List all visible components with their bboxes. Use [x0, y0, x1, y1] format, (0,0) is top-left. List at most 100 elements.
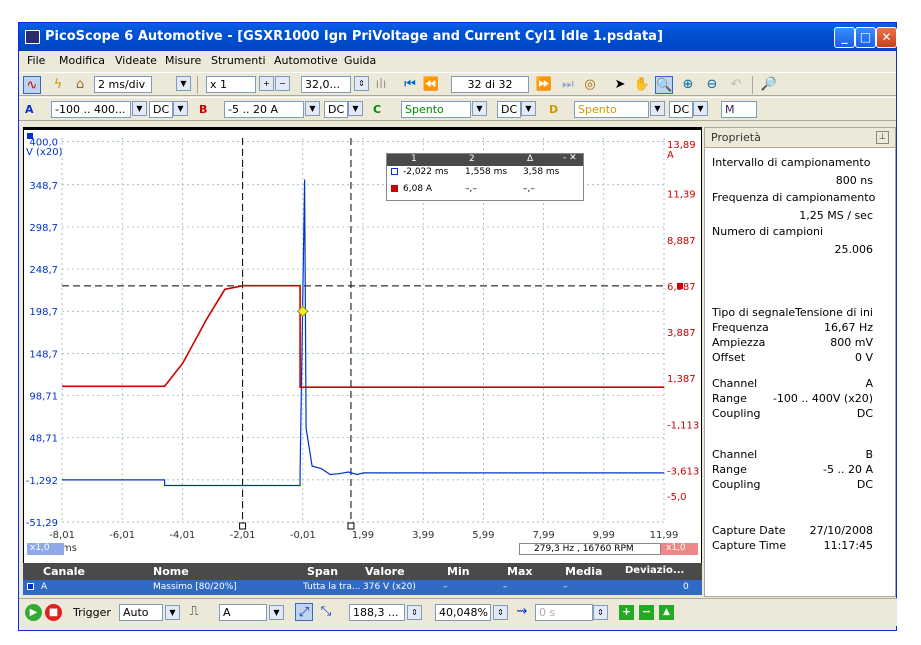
channel-c-coupling[interactable]: DC [497, 101, 521, 118]
pretrigger-field[interactable]: 40,048% [435, 604, 491, 621]
col-max[interactable]: Max [507, 565, 532, 578]
zoom-box-icon[interactable]: 🔍 [655, 76, 673, 94]
scope-chart[interactable]: 400,0348,7298,7248,7198,7148,798,7148,71… [24, 130, 703, 569]
channel-d-coupling[interactable]: DC [669, 101, 693, 118]
channel-d-range[interactable]: Spento [574, 101, 649, 118]
ruler-handle-icon[interactable] [239, 522, 247, 530]
channel-b-coupling[interactable]: DC [324, 101, 348, 118]
y-left-tick-label: -51,29 [26, 518, 58, 529]
compass-icon[interactable]: ◎ [581, 76, 599, 94]
main-toolbar: ∿ ϟ ⌂ 2 ms/div ▼ x 1 + − 32,0... ⇕ ılı ⏮… [19, 72, 896, 96]
trigger-mode-select[interactable]: Auto [119, 604, 163, 621]
zoom-select[interactable]: x 1 [206, 76, 256, 93]
x-zoom-left[interactable]: x1,0 [27, 543, 64, 555]
col-min[interactable]: Min [447, 565, 470, 578]
measurements-table[interactable]: Canale Nome Span Valore Min Max Media De… [23, 563, 702, 597]
col-average[interactable]: Media [565, 565, 602, 578]
stop-icon[interactable]: ■ [45, 604, 62, 621]
samples-field[interactable]: 32,0... [301, 76, 351, 93]
rising-edge-icon[interactable]: ⤢ [295, 603, 313, 621]
pin-icon[interactable]: ⊥ [876, 131, 889, 144]
prop-label: Range [712, 463, 747, 476]
minus-icon[interactable]: − [275, 76, 290, 91]
math-channels-button[interactable]: M [721, 101, 757, 118]
col-deviation[interactable]: Deviazio... [625, 565, 684, 576]
ruler-legend[interactable]: 1 2 Δ - ✕ -2,022 ms 1,558 ms 3,58 ms 6,0… [386, 153, 584, 201]
delay-icon[interactable]: ⇝ [513, 603, 531, 621]
menu-views[interactable]: Videate [115, 54, 157, 67]
menu-file[interactable]: File [27, 54, 45, 67]
prop-value: A [865, 377, 873, 390]
prop-label: Tipo di segnale [712, 306, 796, 319]
chevron-down-icon[interactable]: ▼ [132, 101, 147, 116]
plus-icon[interactable]: + [259, 76, 274, 91]
trigger-level-field[interactable]: 188,3 ... [349, 604, 405, 621]
edit-measurement-icon[interactable]: ▲ [659, 605, 674, 620]
measurement-row[interactable]: A Massimo [80/20%] Tutta la tra... 376 V… [23, 580, 702, 595]
ruler-handle-icon[interactable] [677, 282, 683, 289]
chevron-down-icon[interactable]: ▼ [305, 101, 320, 116]
delay-field[interactable]: 0 s [535, 604, 593, 621]
maximize-button[interactable]: □ [855, 27, 876, 48]
ruler-handle-icon[interactable] [347, 522, 355, 530]
close-icon[interactable]: - ✕ [563, 153, 577, 163]
x-zoom-right[interactable]: x1,0 [661, 543, 698, 555]
ruler-a-delta: 3,58 ms [523, 167, 560, 177]
chevron-down-icon[interactable]: ▼ [165, 605, 180, 620]
chevron-down-icon[interactable]: ▼ [650, 101, 665, 116]
chevron-down-icon[interactable]: ▼ [173, 101, 188, 116]
spin-icon[interactable]: ⇕ [354, 76, 369, 91]
chevron-down-icon[interactable]: ▼ [348, 101, 363, 116]
add-measurement-icon[interactable]: + [619, 605, 634, 620]
col-span[interactable]: Span [307, 565, 338, 578]
col-name[interactable]: Nome [153, 565, 189, 578]
menu-edit[interactable]: Modifica [59, 54, 105, 67]
measurements-header: Canale Nome Span Valore Min Max Media De… [23, 563, 702, 580]
minimize-button[interactable]: _ [834, 27, 855, 48]
prop-value: DC [856, 478, 873, 491]
menu-help[interactable]: Guida [344, 54, 376, 67]
menu-measurements[interactable]: Misure [165, 54, 201, 67]
prop-label: Channel [712, 377, 758, 390]
menu-tools[interactable]: Strumenti [211, 54, 266, 67]
col-value[interactable]: Valore [365, 565, 405, 578]
remove-measurement-icon[interactable]: − [639, 605, 654, 620]
timebase-select[interactable]: 2 ms/div [94, 76, 152, 93]
hand-icon[interactable]: ✋ [633, 76, 651, 94]
trigger-source-select[interactable]: A [219, 604, 267, 621]
first-buffer-icon[interactable]: ⏮ [401, 76, 419, 94]
chevron-down-icon[interactable]: ▼ [693, 101, 708, 116]
zoom-in-icon[interactable]: ⊕ [679, 76, 697, 94]
pointer-icon[interactable]: ➤ [611, 76, 629, 94]
chevron-down-icon[interactable]: ▼ [269, 605, 284, 620]
y-left-tick-label: 148,7 [29, 349, 58, 360]
menu-automotive[interactable]: Automotive [274, 54, 338, 67]
channel-b-range[interactable]: -5 .. 20 A [224, 101, 304, 118]
prop-label: Range [712, 392, 747, 405]
spin-icon[interactable]: ⇕ [493, 605, 508, 620]
falling-edge-icon[interactable]: ⤡ [317, 603, 335, 621]
previous-buffer-icon[interactable]: ⏪ [422, 76, 440, 94]
channel-c-range[interactable]: Spento [401, 101, 471, 118]
zoom-overview-icon[interactable]: 🔎 [760, 76, 778, 94]
chevron-down-icon[interactable]: ▼ [521, 101, 536, 116]
trigger-edge-icon[interactable]: ⎍ [185, 603, 203, 621]
channel-a-coupling[interactable]: DC [149, 101, 173, 118]
start-icon[interactable]: ▶ [25, 604, 42, 621]
x-tick-label: -4,01 [169, 530, 195, 541]
chevron-down-icon[interactable]: ▼ [472, 101, 487, 116]
scope-view[interactable]: 400,0 348,7 298,7 248,7 198,7 148,7 98,71 48,71… [23, 127, 702, 569]
probe-icon[interactable]: ϟ [49, 76, 67, 94]
trigger-marker[interactable] [297, 305, 309, 317]
close-button[interactable]: ✕ [876, 27, 897, 48]
spin-icon[interactable]: ⇕ [593, 605, 608, 620]
channel-a-range[interactable]: -100 .. 400... [51, 101, 131, 118]
home-icon[interactable]: ⌂ [71, 76, 89, 94]
scope-mode-icon[interactable]: ∿ [23, 76, 41, 94]
zoom-out-icon[interactable]: ⊖ [703, 76, 721, 94]
col-channel[interactable]: Canale [43, 565, 85, 578]
spin-icon[interactable]: ⇕ [407, 605, 422, 620]
buffer-field[interactable]: 32 di 32 [451, 76, 529, 93]
chevron-down-icon[interactable]: ▼ [176, 76, 191, 91]
prop-label: Channel [712, 448, 758, 461]
